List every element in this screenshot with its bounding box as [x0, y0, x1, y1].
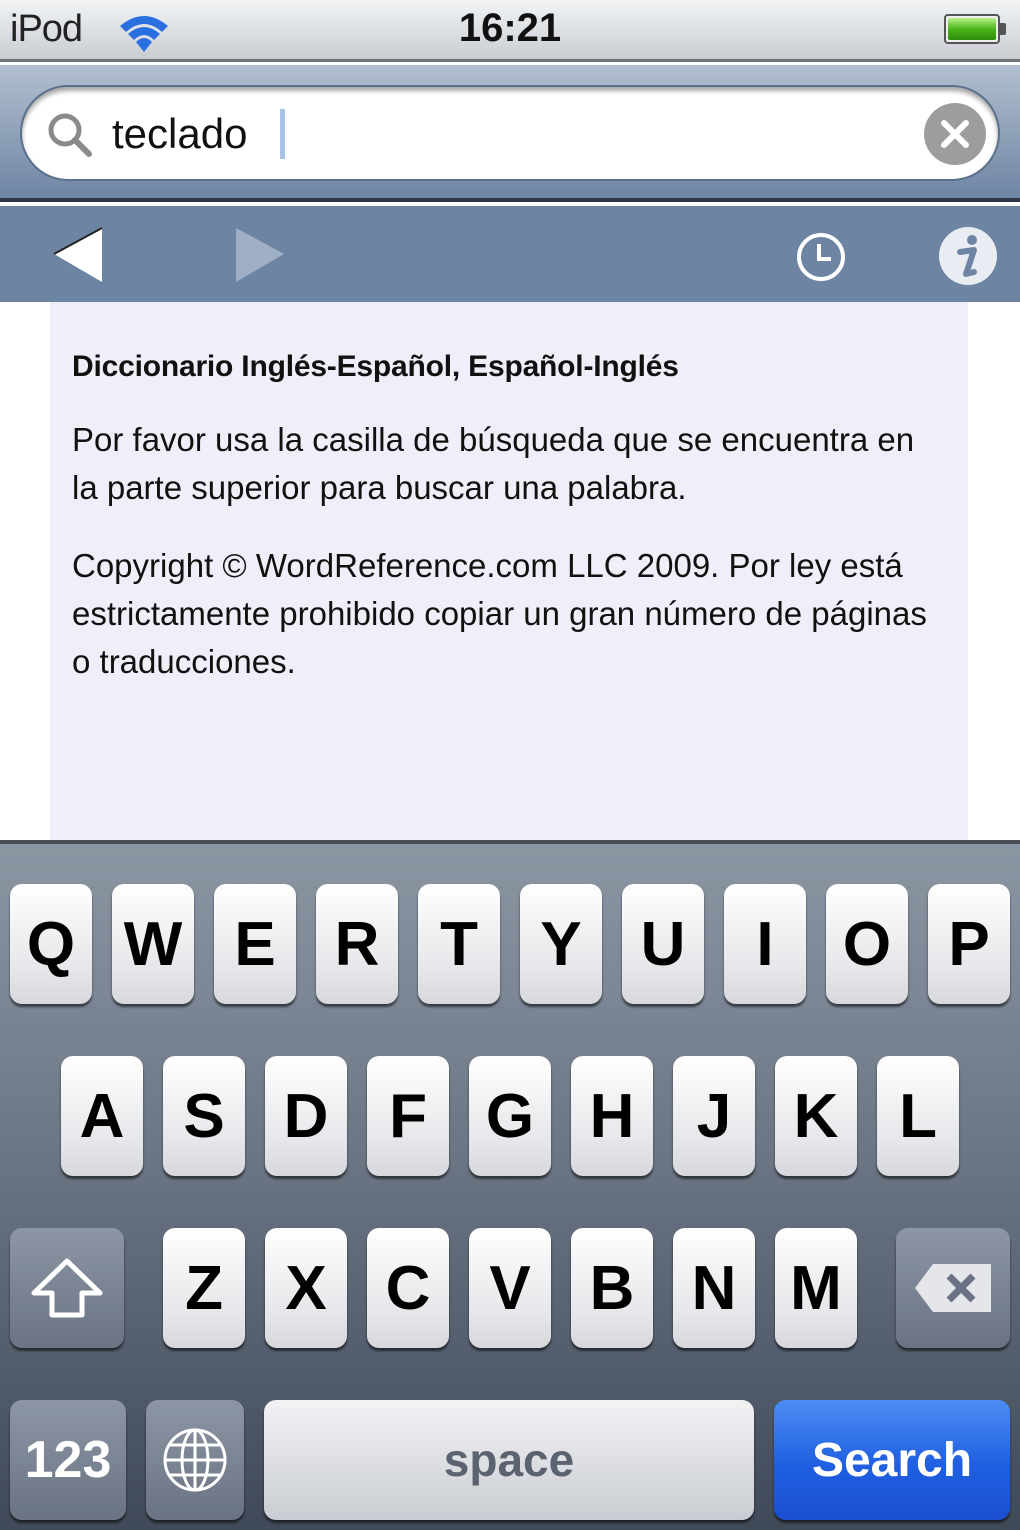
search-input[interactable] [112, 101, 892, 167]
forward-arrow-icon [236, 228, 284, 282]
copyright-text: Copyright © WordReference.com LLC 2009. … [72, 547, 927, 680]
globe-key[interactable] [146, 1400, 244, 1520]
key-a[interactable]: A [61, 1056, 143, 1176]
space-key[interactable]: space [264, 1400, 754, 1520]
key-m[interactable]: M [775, 1228, 857, 1348]
key-k[interactable]: K [775, 1056, 857, 1176]
battery-fill [948, 18, 996, 40]
key-c[interactable]: C [367, 1228, 449, 1348]
clock-icon [797, 233, 845, 281]
back-button[interactable] [48, 220, 118, 290]
info-button[interactable] [932, 220, 1002, 290]
info-icon [939, 227, 997, 285]
text-caret [280, 109, 285, 159]
key-f[interactable]: F [367, 1056, 449, 1176]
forward-button[interactable] [230, 220, 300, 290]
key-r[interactable]: R [316, 884, 398, 1004]
clock-time: 16:21 [458, 6, 562, 50]
delete-key[interactable] [896, 1228, 1010, 1348]
key-i[interactable]: I [724, 884, 806, 1004]
key-d[interactable]: D [265, 1056, 347, 1176]
key-y[interactable]: Y [520, 884, 602, 1004]
key-u[interactable]: U [622, 884, 704, 1004]
key-q[interactable]: Q [10, 884, 92, 1004]
search-icon [48, 113, 92, 157]
key-z[interactable]: Z [163, 1228, 245, 1348]
key-p[interactable]: P [928, 884, 1010, 1004]
numbers-key[interactable]: 123 [10, 1400, 126, 1520]
search-bar [0, 65, 1020, 202]
shift-key[interactable] [10, 1228, 124, 1348]
key-h[interactable]: H [571, 1056, 653, 1176]
page-title: Diccionario Inglés-Español, Español-Ingl… [72, 350, 679, 383]
key-s[interactable]: S [163, 1056, 245, 1176]
clear-button[interactable] [924, 103, 986, 165]
key-w[interactable]: W [112, 884, 194, 1004]
history-button[interactable] [786, 220, 856, 290]
search-key[interactable]: Search [774, 1400, 1010, 1520]
key-g[interactable]: G [469, 1056, 551, 1176]
shift-icon [31, 1258, 103, 1318]
clear-icon [941, 120, 969, 148]
key-l[interactable]: L [877, 1056, 959, 1176]
status-bar: iPod 16:21 [0, 0, 1020, 62]
key-e[interactable]: E [214, 884, 296, 1004]
toolbar [0, 206, 1020, 302]
key-n[interactable]: N [673, 1228, 755, 1348]
dictionary-intro-panel: Diccionario Inglés-Español, Español-Ingl… [50, 302, 968, 840]
key-x[interactable]: X [265, 1228, 347, 1348]
key-v[interactable]: V [469, 1228, 551, 1348]
keyboard: 123 space Search QWERTYUIOP ASDFGHJKL ZXCV… [0, 840, 1020, 1530]
instructions-text: Por favor usa la casilla de búsqueda que… [72, 421, 915, 506]
key-o[interactable]: O [826, 884, 908, 1004]
battery-icon [944, 14, 1006, 44]
key-t[interactable]: T [418, 884, 500, 1004]
key-b[interactable]: B [571, 1228, 653, 1348]
back-arrow-icon [53, 227, 103, 282]
key-j[interactable]: J [673, 1056, 755, 1176]
globe-icon [163, 1428, 227, 1492]
search-field[interactable] [20, 85, 1000, 181]
backspace-icon [915, 1264, 991, 1312]
